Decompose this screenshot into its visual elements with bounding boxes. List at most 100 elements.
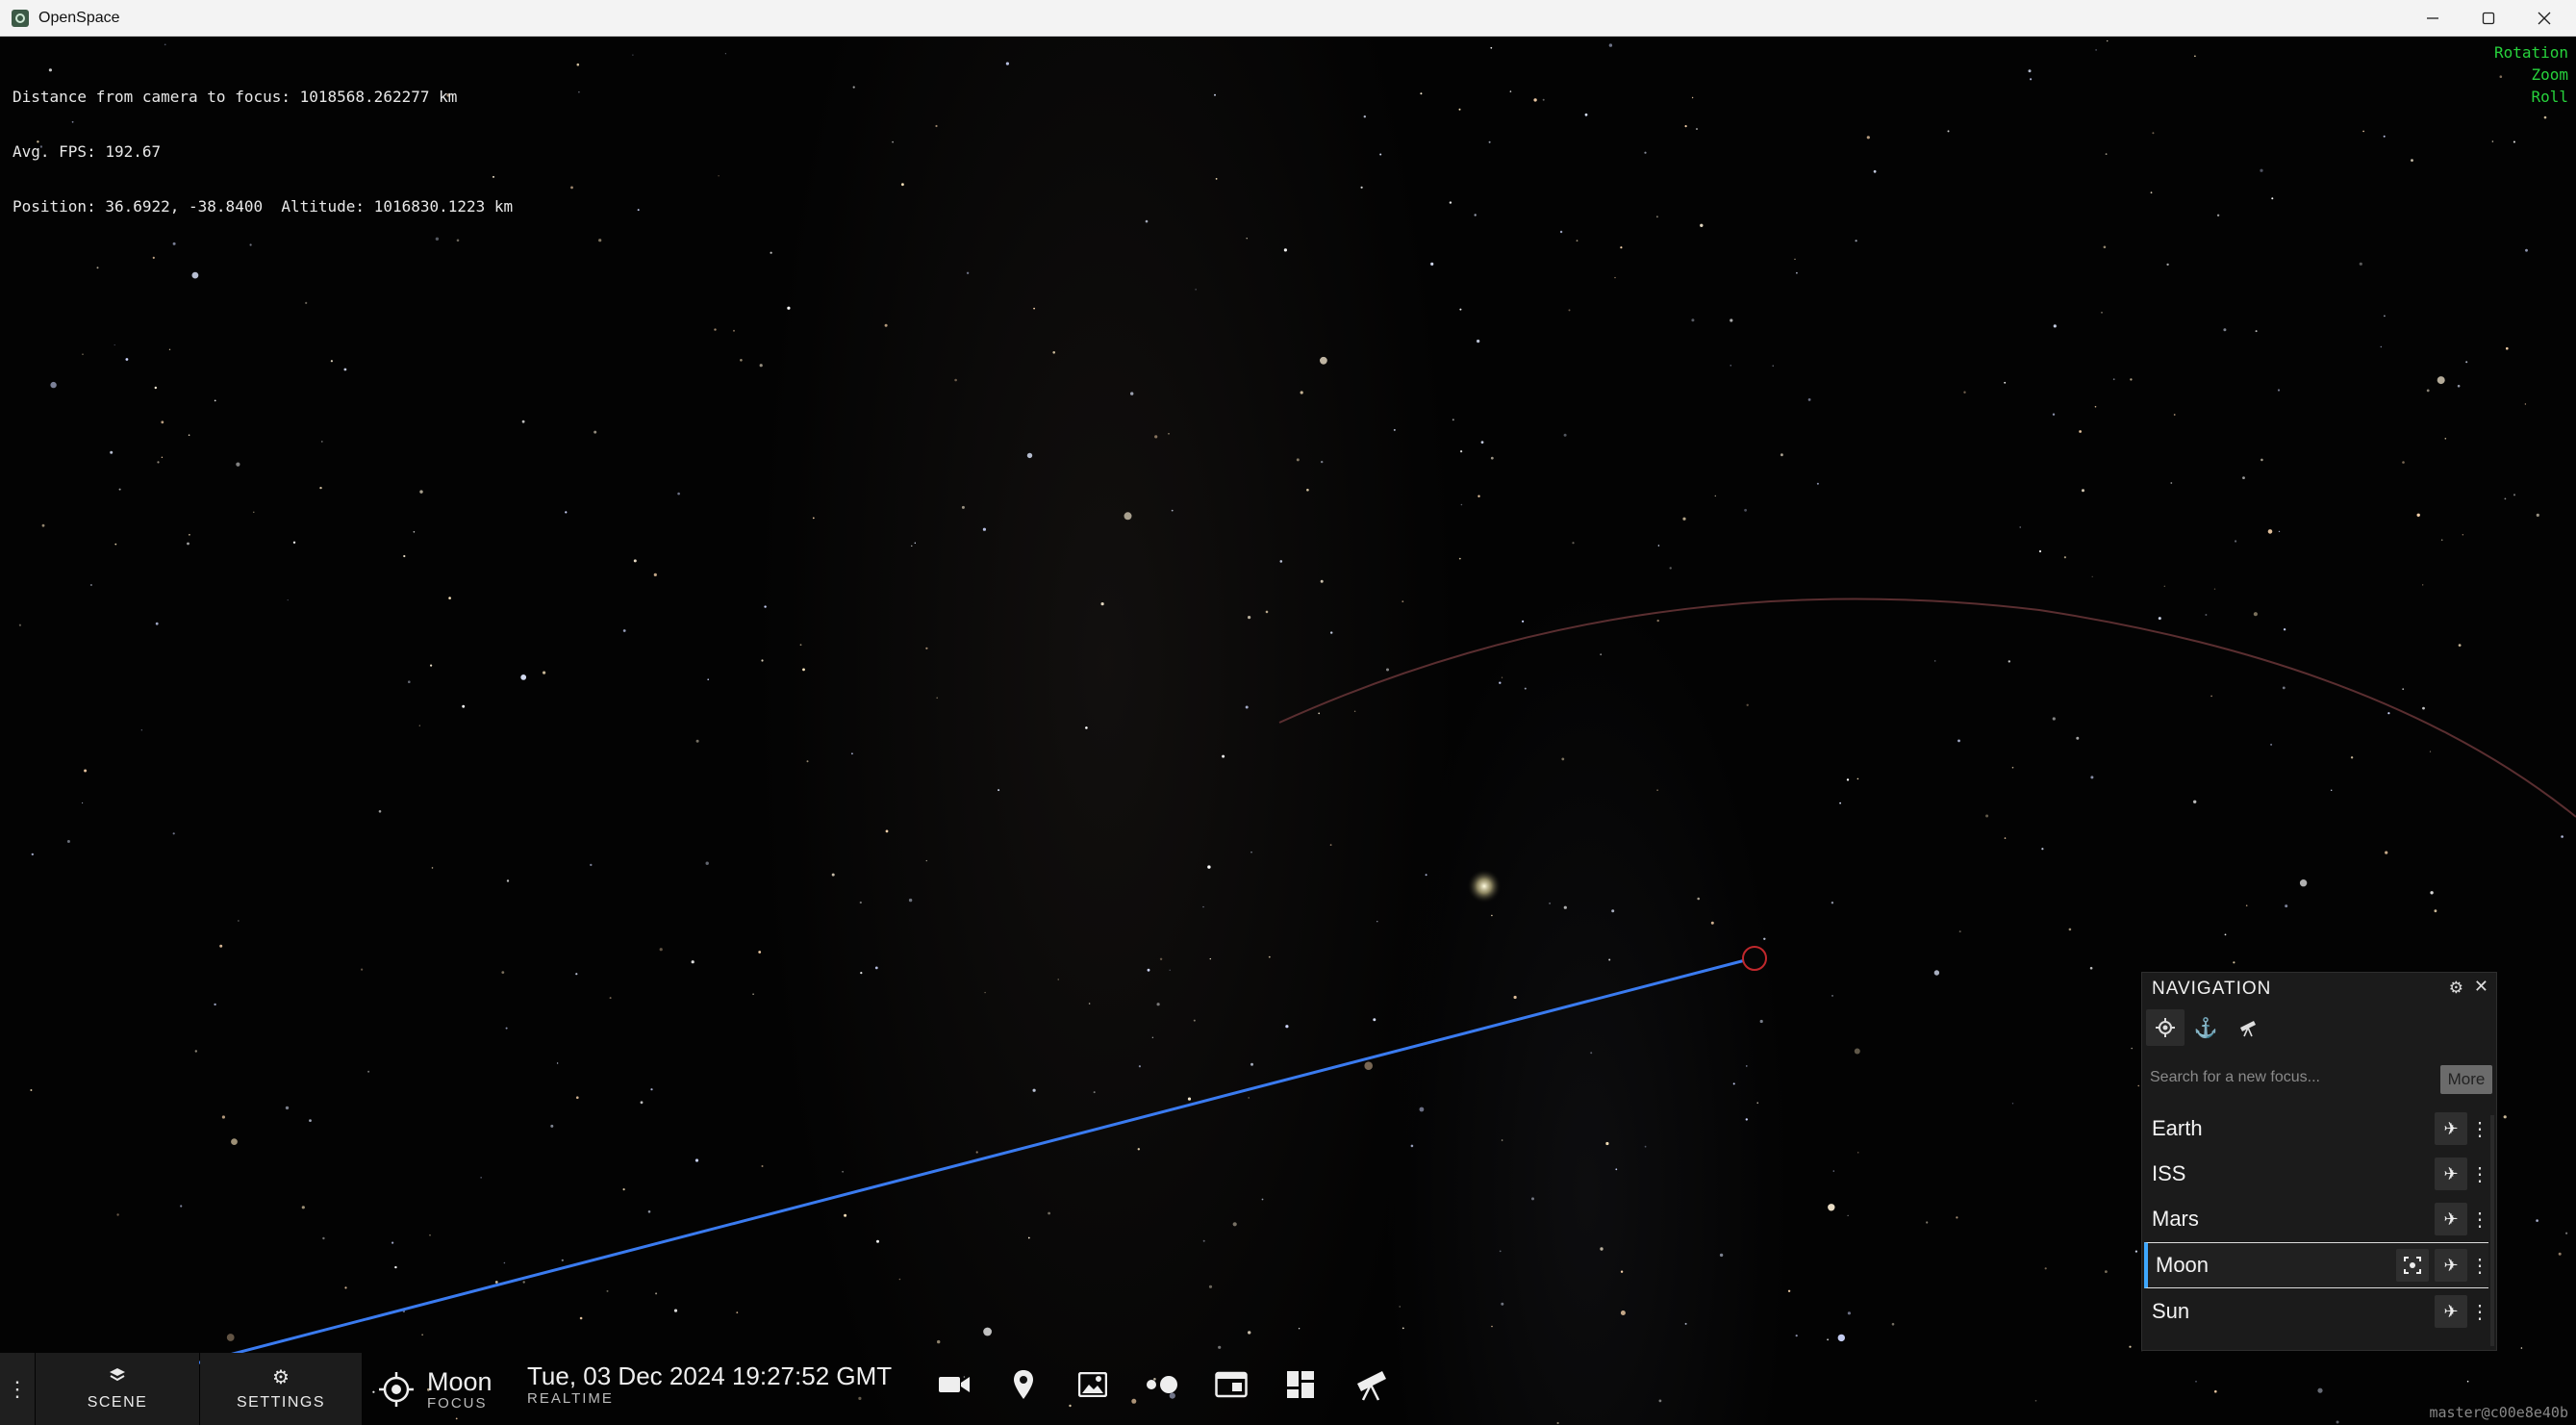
star [622, 629, 626, 632]
camera-button[interactable] [933, 1365, 975, 1404]
star [1831, 995, 1833, 997]
star [2260, 458, 2263, 462]
star [480, 1177, 482, 1179]
star [1032, 1088, 1036, 1092]
star [1730, 318, 1733, 322]
moon-marker[interactable] [1742, 946, 1767, 971]
nav-item-label: ISS [2152, 1161, 2186, 1185]
windows-button[interactable] [1210, 1365, 1252, 1404]
dashboard-button[interactable] [1279, 1365, 1322, 1404]
maximize-button[interactable] [2461, 0, 2516, 37]
star [191, 271, 199, 279]
star [1419, 1107, 1425, 1112]
star [1608, 958, 1611, 961]
star [860, 972, 863, 975]
frame-focus-button[interactable] [2396, 1249, 2429, 1282]
star [2224, 933, 2227, 936]
time-mode: REALTIME [527, 1390, 614, 1407]
more-button[interactable]: More [2440, 1065, 2492, 1094]
navigation-close-button[interactable]: ✕ [2474, 977, 2488, 997]
star [647, 1210, 651, 1213]
item-menu-button[interactable]: ⋮ [2470, 1162, 2489, 1186]
fly-to-button[interactable]: ✈ [2435, 1295, 2467, 1328]
close-button[interactable] [2516, 0, 2572, 37]
star [1488, 140, 1491, 143]
star [714, 328, 717, 331]
star [1732, 1082, 1735, 1085]
tab-aim[interactable] [2229, 1009, 2267, 1046]
star [565, 511, 568, 514]
star [1215, 178, 1218, 180]
skybrowser-images-button[interactable] [1072, 1365, 1114, 1404]
scene-button[interactable]: SCENE [36, 1353, 199, 1425]
settings-button[interactable]: ⚙ SETTINGS [200, 1353, 362, 1425]
star [1576, 240, 1578, 242]
focus-search-input[interactable] [2146, 1061, 2444, 1094]
item-menu-button[interactable]: ⋮ [2470, 1208, 2489, 1232]
main-menu-button[interactable]: ⋮ [0, 1353, 35, 1425]
star [673, 1309, 678, 1312]
airplane-icon: ✈ [2443, 1163, 2459, 1183]
star [1360, 186, 1363, 189]
star [2362, 130, 2364, 133]
tab-focus[interactable] [2146, 1009, 2185, 1046]
geo-location-button[interactable] [1002, 1365, 1045, 1404]
star [309, 1119, 312, 1122]
star [419, 490, 423, 494]
star [2152, 132, 2155, 135]
navigation-settings-button[interactable]: ⚙ [2449, 979, 2463, 998]
window-icon [1215, 1371, 1248, 1398]
nav-item-sun[interactable]: Sun ✈ ⋮ [2144, 1290, 2489, 1333]
time-display[interactable]: Tue, 03 Dec 2024 19:27:52 GMT REALTIME [527, 1361, 892, 1407]
fly-to-button[interactable]: ✈ [2435, 1249, 2467, 1282]
star [343, 368, 347, 371]
fly-to-button[interactable]: ✈ [2435, 1203, 2467, 1235]
star [1353, 710, 1356, 712]
star [31, 852, 34, 856]
list-scrollbar[interactable] [2490, 1115, 2494, 1346]
star [1513, 995, 1517, 1000]
star [975, 1151, 978, 1154]
star [752, 993, 754, 995]
star [2283, 628, 2286, 631]
star [1399, 1306, 1401, 1308]
camera-info-hud: Distance from camera to focus: 1018568.2… [13, 51, 513, 252]
star [1195, 289, 1197, 291]
star [1131, 1398, 1137, 1404]
fly-to-button[interactable]: ✈ [2435, 1158, 2467, 1190]
camera-icon [939, 1377, 970, 1392]
nav-item-earth[interactable]: Earth ✈ ⋮ [2144, 1107, 2489, 1150]
nav-item-iss[interactable]: ISS ✈ ⋮ [2144, 1153, 2489, 1195]
fly-to-button[interactable]: ✈ [2435, 1112, 2467, 1145]
star [1169, 969, 1171, 971]
star [1147, 968, 1150, 972]
star [1420, 92, 1423, 95]
star [1490, 456, 1494, 460]
item-menu-button[interactable]: ⋮ [2470, 1254, 2489, 1278]
minimize-button[interactable] [2405, 0, 2461, 37]
tab-anchor[interactable]: ⚓ [2186, 1009, 2225, 1046]
item-menu-button[interactable]: ⋮ [2470, 1300, 2489, 1324]
telescope-button[interactable] [1351, 1365, 1393, 1404]
star [152, 256, 155, 259]
star [1209, 957, 1212, 960]
star [1452, 419, 1454, 421]
star [2103, 245, 2107, 249]
current-time: Tue, 03 Dec 2024 19:27:52 GMT [527, 1361, 893, 1390]
star [844, 1213, 847, 1217]
nav-item-moon[interactable]: Moon ✈ ⋮ [2144, 1242, 2489, 1288]
nav-item-mars[interactable]: Mars ✈ ⋮ [2144, 1198, 2489, 1240]
star [1568, 309, 1571, 312]
star [2134, 1250, 2137, 1253]
star [1145, 219, 1149, 223]
star [2030, 78, 2033, 81]
item-menu-button[interactable]: ⋮ [2470, 1117, 2489, 1141]
star [576, 1096, 579, 1099]
star [1947, 130, 1950, 133]
star [1268, 955, 1271, 958]
star [718, 175, 720, 177]
airplane-icon: ✈ [2443, 1209, 2459, 1229]
star [2387, 712, 2390, 715]
focus-indicator[interactable]: Moon FOCUS [377, 1361, 492, 1418]
sessions-button[interactable] [1141, 1365, 1183, 1404]
